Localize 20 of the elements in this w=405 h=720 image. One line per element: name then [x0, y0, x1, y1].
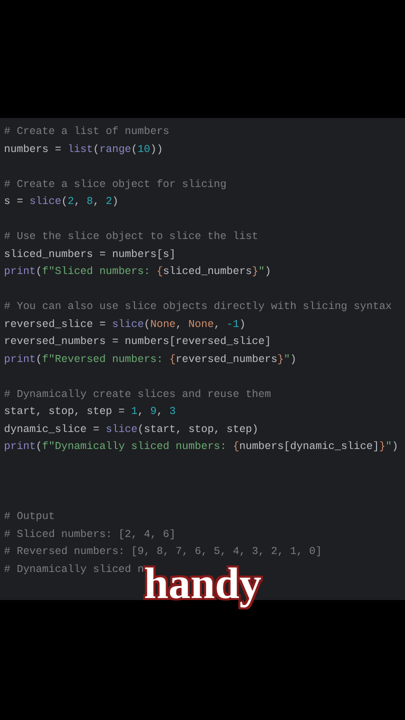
code-line: # Dynamically sliced n: [4, 562, 144, 578]
code-line: print(f"Reversed numbers: {reversed_numbers}"): [4, 352, 296, 368]
code-line: numbers = list(range(10)): [4, 142, 163, 158]
code-line: # Reversed numbers: [9, 8, 7, 6, 5, 4, 3, 2, 1, 0]: [4, 545, 322, 560]
code-line: print(f"Dynamically sliced numbers: {numbers[dynamic_slice]}"): [4, 440, 398, 455]
code-line: dynamic_slice = slice(start, stop, step): [4, 422, 258, 438]
code-line: # Dynamically create slices and reuse them: [4, 388, 272, 402]
code-line: # Use the slice object to slice the list: [4, 230, 258, 245]
code-line: # Sliced numbers: [2, 4, 6]: [4, 528, 176, 542]
code-line: # Create a slice object for slicing: [4, 178, 227, 192]
code-line: print(f"Sliced numbers: {sliced_numbers}"): [4, 265, 272, 280]
code-line: s = slice(2, 8, 2): [4, 195, 118, 210]
code-line: start, stop, step = 1, 9, 3: [4, 405, 176, 420]
code-line: reversed_slice = slice(None, None, -1): [4, 318, 246, 332]
code-line: # Create a list of numbers: [4, 125, 170, 140]
caption: handy: [144, 562, 262, 606]
code-line: sliced_numbers = numbers[s]: [4, 248, 176, 262]
code-line: # You can also use slice objects directly with slicing syntax: [4, 300, 392, 315]
code-line: # Output: [4, 510, 55, 525]
code-line: reversed_numbers = numbers[reversed_slice]: [4, 335, 272, 350]
